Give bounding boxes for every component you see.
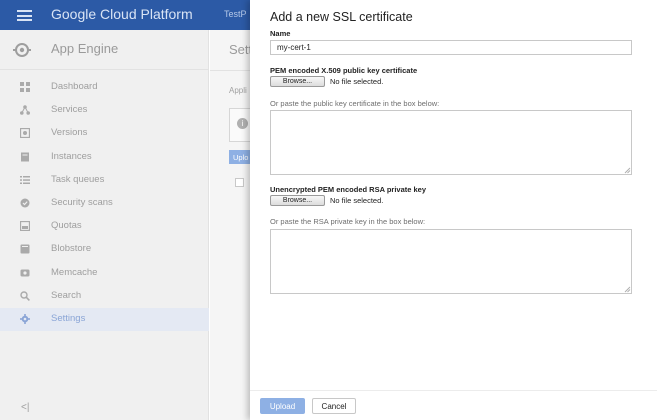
sidebar-item-instances[interactable]: Instances	[0, 146, 209, 169]
certificate-file-status: No file selected.	[330, 77, 384, 86]
sidebar-item-label: Settings	[51, 312, 86, 324]
sidebar-item-dashboard[interactable]: Dashboard	[0, 76, 209, 99]
instances-icon	[21, 152, 29, 162]
services-icon	[20, 105, 30, 115]
resize-grip-icon[interactable]	[623, 166, 631, 174]
settings-gear-icon	[20, 313, 30, 324]
dialog-title: Add a new SSL certificate	[270, 10, 413, 24]
brand-title[interactable]: Google Cloud Platform	[51, 6, 193, 22]
versions-icon	[20, 128, 30, 139]
sidebar-item-label: Versions	[51, 127, 88, 139]
task-queues-icon	[20, 175, 30, 184]
sidebar-item-task-queues[interactable]: Task queues	[0, 169, 209, 192]
sidebar-item-label: Instances	[51, 150, 92, 162]
sidebar-item-label: Search	[51, 289, 82, 301]
search-icon	[20, 290, 30, 301]
sidebar-item-security-scans[interactable]: Security scans	[0, 192, 209, 215]
sidebar-item-memcache[interactable]: Memcache	[0, 262, 209, 285]
sidebar-item-versions[interactable]: Versions	[0, 122, 209, 145]
ssl-certificate-dialog: Add a new SSL certificate Name PEM encod…	[250, 0, 657, 420]
sidebar-header: App Engine	[0, 30, 209, 70]
sidebar-item-label: Quotas	[51, 220, 82, 232]
app-engine-icon	[13, 43, 31, 57]
security-scans-icon	[20, 198, 30, 208]
sidebar-item-label: Task queues	[51, 173, 105, 185]
sidebar-item-label: Dashboard	[51, 81, 98, 92]
sidebar-nav: Dashboard Services Versions Instances Ta…	[0, 76, 209, 332]
product-title: App Engine	[51, 41, 119, 56]
hamburger-icon[interactable]	[17, 10, 32, 21]
memcache-icon	[20, 269, 30, 276]
private-key-textarea[interactable]	[270, 229, 632, 294]
name-input[interactable]	[270, 40, 632, 55]
quotas-icon	[20, 221, 30, 232]
sidebar-item-label: Services	[51, 104, 88, 116]
name-label: Name	[270, 29, 291, 38]
sidebar-item-search[interactable]: Search	[0, 285, 209, 308]
sidebar: App Engine Dashboard Services Versions I…	[0, 30, 209, 420]
project-selector[interactable]: TestP	[224, 9, 247, 19]
sidebar-item-blobstore[interactable]: Blobstore	[0, 238, 209, 261]
upload-button[interactable]: Upload	[260, 398, 305, 414]
resize-grip-icon[interactable]	[623, 285, 631, 293]
checkbox[interactable]	[235, 178, 244, 187]
sidebar-item-label: Blobstore	[51, 243, 92, 255]
private-key-browse-button[interactable]: Browse...	[270, 195, 325, 206]
info-icon: i	[237, 118, 248, 129]
section-label: Appli	[229, 86, 247, 95]
certificate-paste-hint: Or paste the public key certificate in t…	[270, 99, 440, 108]
collapse-sidebar-icon[interactable]: <|	[21, 402, 29, 413]
footer-divider	[250, 390, 657, 391]
private-key-file-status: No file selected.	[330, 196, 384, 205]
private-key-label: Unencrypted PEM encoded RSA private key	[270, 185, 427, 194]
blobstore-icon	[20, 244, 30, 254]
sidebar-item-settings[interactable]: Settings	[0, 307, 209, 332]
sidebar-item-quotas[interactable]: Quotas	[0, 215, 209, 238]
sidebar-item-label: Security scans	[51, 196, 113, 208]
dashboard-icon	[20, 82, 30, 92]
certificate-browse-button[interactable]: Browse...	[270, 76, 325, 87]
certificate-label: PEM encoded X.509 public key certificate	[270, 66, 418, 75]
private-key-paste-hint: Or paste the RSA private key in the box …	[270, 217, 426, 226]
sidebar-item-label: Memcache	[51, 266, 98, 278]
certificate-textarea[interactable]	[270, 110, 632, 175]
sidebar-item-services[interactable]: Services	[0, 99, 209, 122]
cancel-button[interactable]: Cancel	[312, 398, 356, 414]
